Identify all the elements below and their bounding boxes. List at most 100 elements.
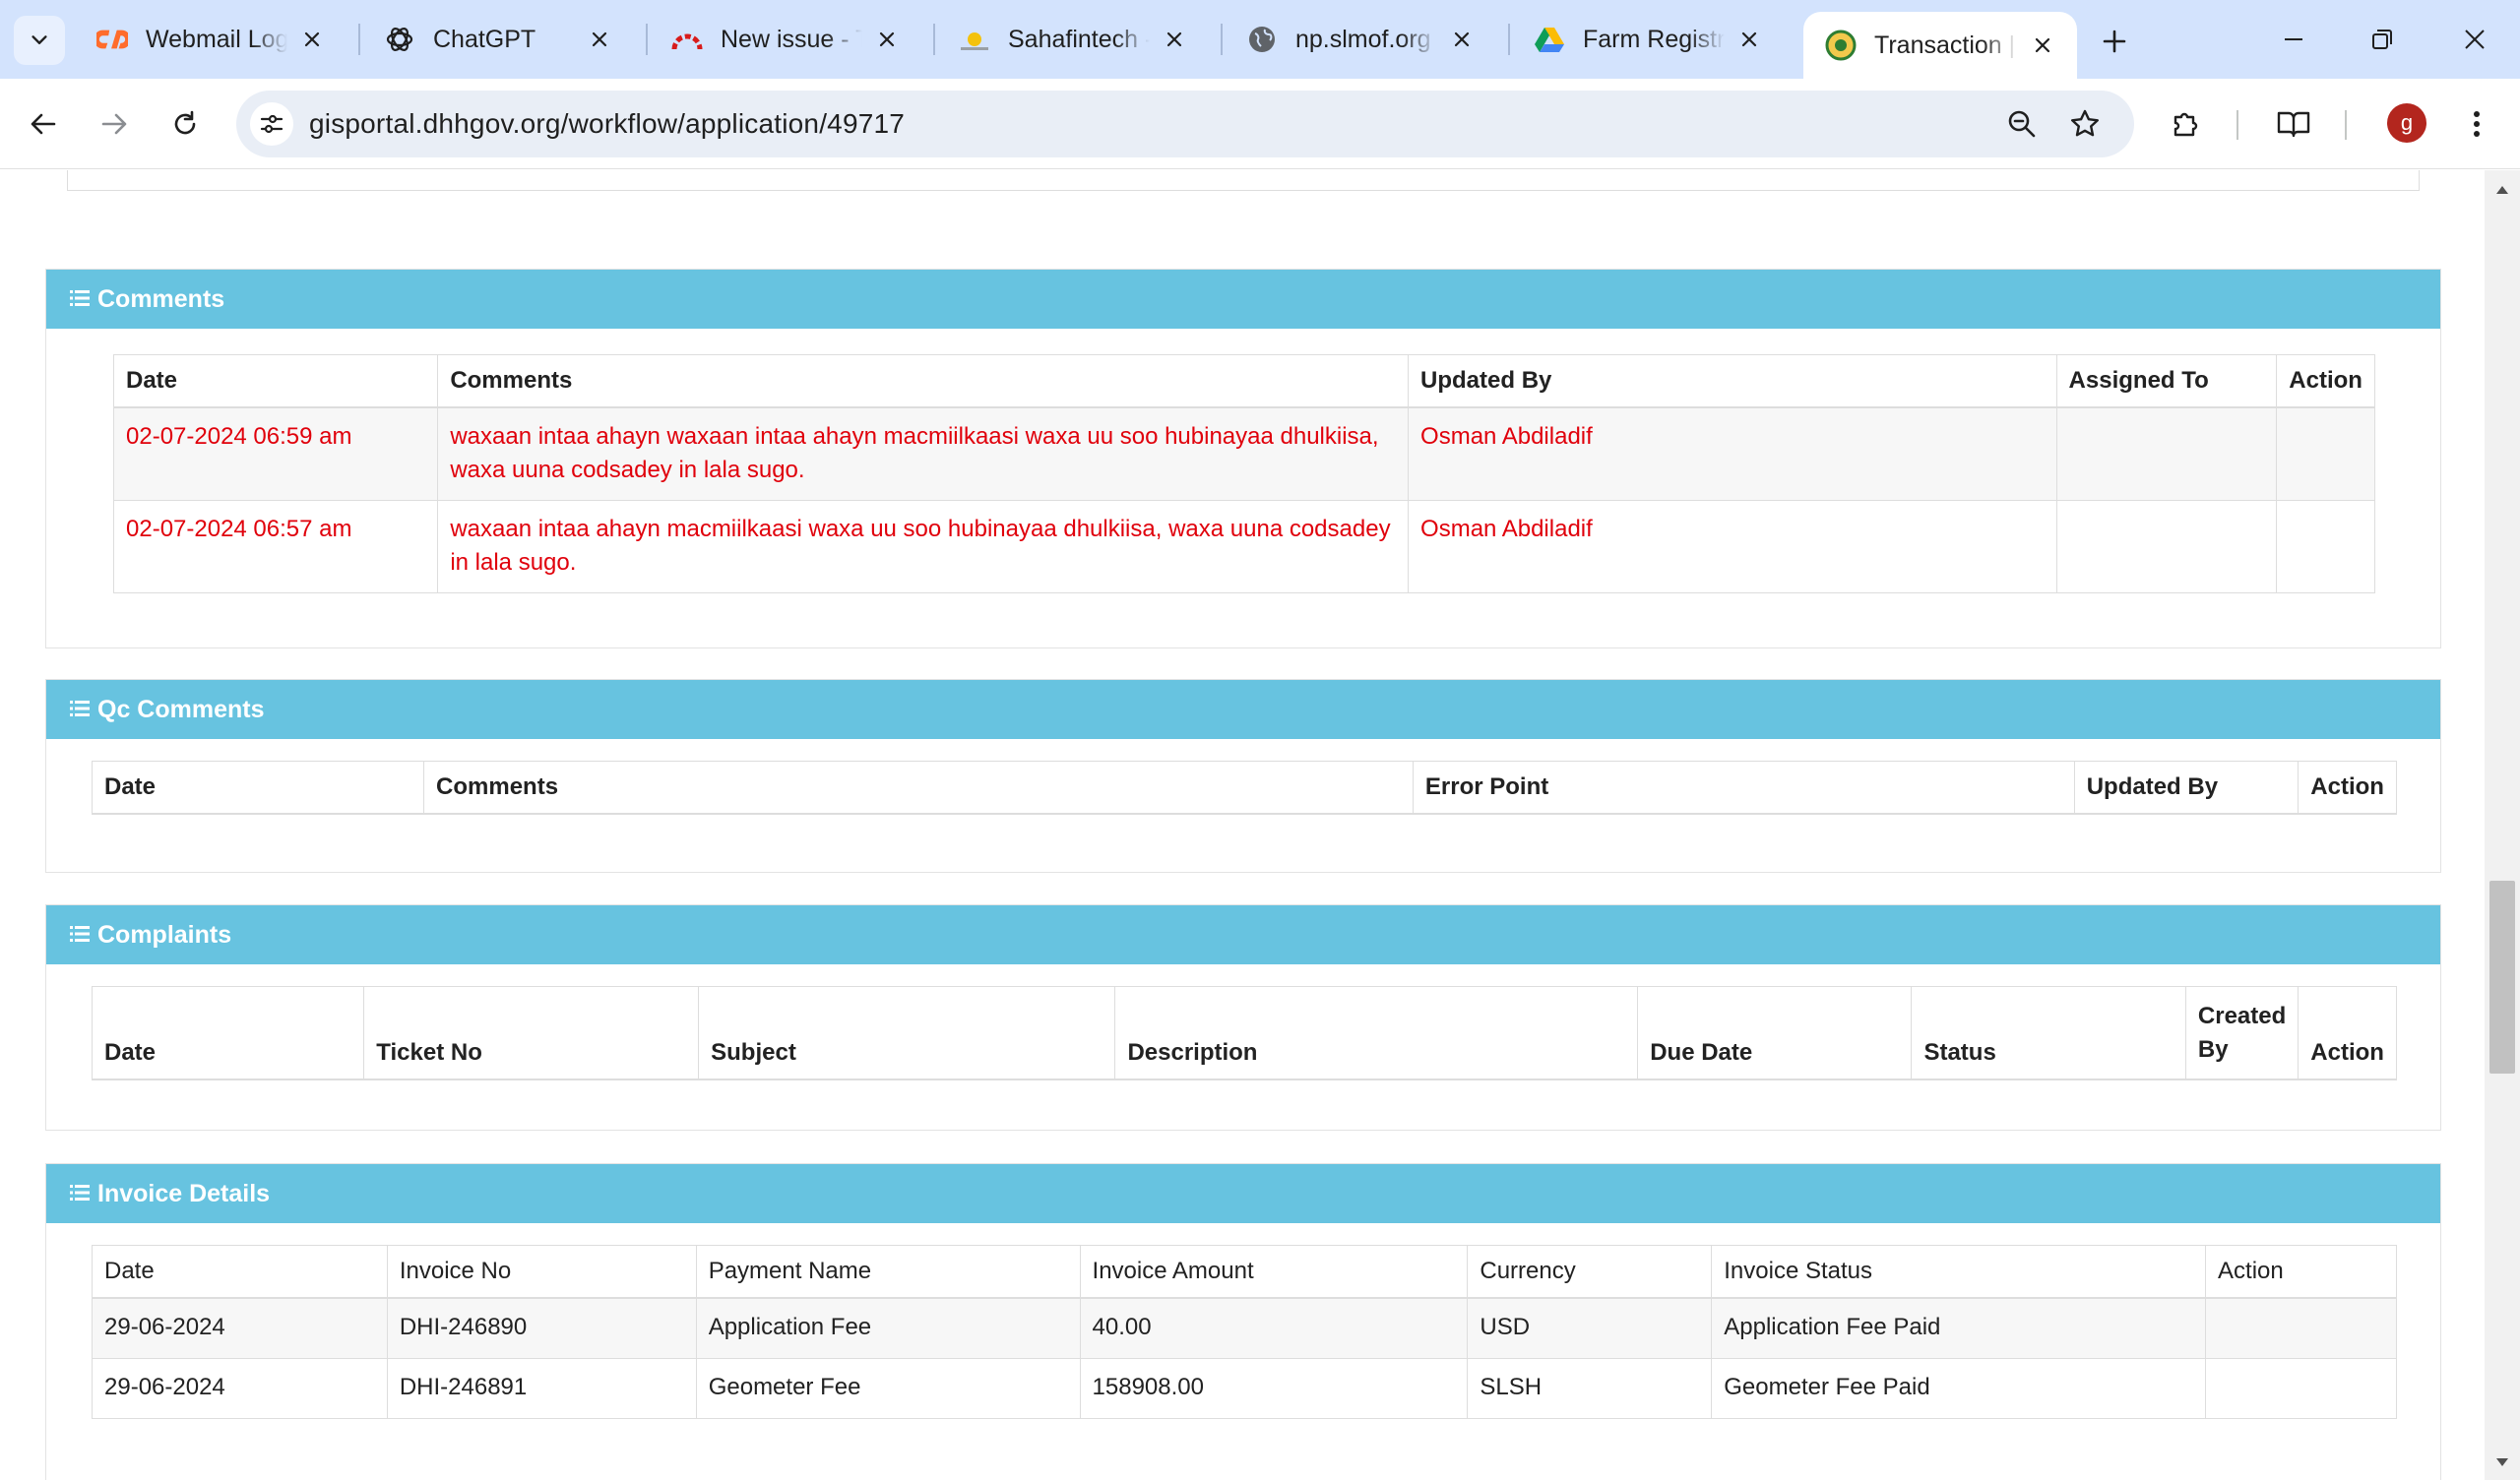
tab-farm-registration[interactable]: Farm Registrat [1512,10,1784,69]
site-info-button[interactable] [250,102,293,146]
comment-date: 02-07-2024 06:59 am [112,406,439,501]
table-header-row: Date Comments Updated By Assigned To Act… [112,354,2375,408]
toolbar-separator [2345,110,2347,140]
comment-date: 02-07-2024 06:57 am [112,499,439,593]
zoom-button[interactable] [2000,102,2044,146]
close-icon[interactable] [1732,23,1766,56]
column-header: Error Point [1412,761,2075,815]
tab-title: Transaction | G [1874,31,2018,59]
star-icon [2071,109,2099,137]
comment-assigned-to [2055,499,2278,593]
restore-icon [2372,30,2392,49]
tab-title: New issue - Te [721,25,862,53]
tab-slmof[interactable]: np.slmof.org [1225,10,1496,69]
triangle-up-icon [2496,186,2508,194]
new-tab-button[interactable] [2091,18,2138,65]
scrollbar-thumb[interactable] [2489,881,2515,1074]
close-window-button[interactable] [2435,10,2514,69]
tab-transaction[interactable]: Transaction | G [1803,12,2077,79]
close-icon [2465,30,2485,49]
previous-panel-bottom [67,170,2420,191]
tab-webmail[interactable]: Webmail Login [75,10,346,69]
reading-mode-button[interactable] [2270,100,2317,148]
column-header: Date [112,354,439,408]
tab-chatgpt[interactable]: ChatGPT [362,10,634,69]
column-header: Updated By [1408,354,2057,408]
url-text[interactable]: gisportal.dhhgov.org/workflow/applicatio… [309,108,905,140]
extensions-button[interactable] [2162,100,2209,148]
qc-comments-panel-header: Qc Comments [46,680,2440,739]
table-header-row: Date Ticket No Subject Description Due D… [91,986,2397,1080]
column-header: Due Date [1637,986,1913,1080]
sun-icon [959,24,990,55]
close-icon[interactable] [1445,23,1479,56]
arrow-left-icon [31,113,56,135]
column-header: Status [1911,986,2186,1080]
scroll-up-button[interactable] [2485,176,2520,204]
comment-text: waxaan intaa ahayn macmiilkaasi waxa uu … [437,499,1410,593]
cpanel-icon [96,24,128,55]
profile-avatar[interactable]: g [2387,103,2426,143]
page-viewport: Comments Date Comments Updated By Assign… [0,170,2485,1480]
close-icon[interactable] [583,23,616,56]
tune-icon [260,114,284,134]
scroll-down-button[interactable] [2485,1449,2520,1476]
tab-separator [358,24,360,55]
close-icon[interactable] [1158,23,1191,56]
zoom-out-icon [2008,110,2036,138]
list-icon [70,700,90,719]
tab-sahafintech[interactable]: Sahafintech - / [937,10,1209,69]
invoice-details-panel: Invoice Details Date Invoice No Payment … [45,1163,2441,1480]
table-header-row: Date Comments Error Point Updated By Act… [91,761,2397,815]
invoice-number: DHI-246890 [386,1297,697,1359]
reload-button[interactable] [161,100,209,148]
panel-title: Comments [97,284,225,313]
page-scrollbar[interactable] [2485,170,2520,1480]
restore-button[interactable] [2343,10,2422,69]
comment-text: waxaan intaa ahayn waxaan intaa ahayn ma… [437,406,1410,501]
invoice-amount: 158908.00 [1079,1357,1469,1419]
tab-new-issue[interactable]: New issue - Te [650,10,921,69]
arrow-right-icon [101,113,127,135]
invoice-table: Date Invoice No Payment Name Invoice Amo… [92,1245,2397,1419]
column-header: Comments [437,354,1410,408]
invoice-action [2205,1297,2397,1359]
column-header: Comments [423,761,1414,815]
tab-title: np.slmof.org [1295,25,1431,53]
column-header: Description [1114,986,1639,1080]
table-row: 02-07-2024 06:59 am waxaan intaa ahayn w… [112,406,2375,501]
close-icon[interactable] [2026,29,2059,62]
gauge-icon [671,24,703,55]
globe-icon [1246,24,1278,55]
drive-icon [1534,24,1565,55]
invoice-currency: USD [1467,1297,1713,1359]
forward-button[interactable] [91,100,138,148]
browser-menu-button[interactable] [2453,100,2500,148]
invoice-action [2205,1357,2397,1419]
close-icon[interactable] [870,23,904,56]
close-icon[interactable] [295,23,329,56]
tab-title: Farm Registrat [1583,25,1725,53]
tab-strip: Webmail Login ChatGPT New issue - Te Sah… [0,0,2520,79]
minimize-button[interactable] [2254,10,2333,69]
invoice-date: 29-06-2024 [92,1297,388,1359]
invoice-status: Geometer Fee Paid [1711,1357,2207,1419]
panel-title: Invoice Details [97,1179,271,1207]
bookmark-button[interactable] [2063,102,2107,146]
tab-search-button[interactable] [14,16,65,65]
comment-updated-by: Osman Abdiladif [1408,499,2057,593]
invoice-currency: SLSH [1467,1357,1713,1419]
plus-icon [2103,30,2126,53]
address-bar[interactable]: gisportal.dhhgov.org/workflow/applicatio… [236,91,2134,157]
toolbar-separator [2236,110,2238,140]
column-header: Ticket No [363,986,700,1080]
book-icon [2277,111,2310,138]
column-header: Currency [1467,1245,1713,1299]
payment-name: Application Fee [695,1297,1081,1359]
puzzle-icon [2174,112,2198,137]
column-header: Action [2276,354,2375,408]
column-header: Invoice No [386,1245,697,1299]
comment-action [2276,406,2375,501]
reload-icon [174,110,196,135]
back-button[interactable] [20,100,67,148]
